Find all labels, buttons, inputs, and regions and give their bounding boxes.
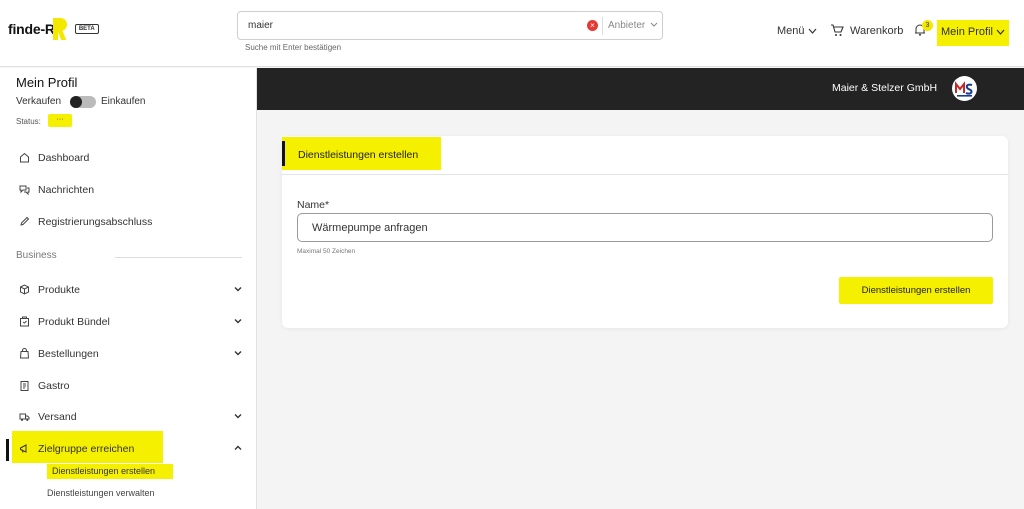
sidebar-item-label: Bestellungen xyxy=(38,348,99,360)
profile-menu-button[interactable]: Mein Profil xyxy=(937,20,1009,46)
megaphone-icon xyxy=(20,444,27,453)
search-input[interactable]: maier xyxy=(248,20,273,31)
cart-link[interactable]: Warenkorb xyxy=(850,25,903,37)
section-label-business: Business xyxy=(16,250,57,261)
sidebar-item-label: Produkt Bündel xyxy=(38,316,110,328)
sidebar-item-label: Nachrichten xyxy=(38,184,95,196)
card-title: Dienstleistungen erstellen xyxy=(298,149,419,161)
beta-badge: BETA xyxy=(74,24,99,34)
profile-label: Mein Profil xyxy=(941,26,993,38)
sidebar-item-target-audience[interactable]: Zielgruppe erreichen xyxy=(0,438,257,460)
sidebar-item-label: Dashboard xyxy=(38,152,90,164)
menu-label: Menü xyxy=(777,25,805,37)
logo[interactable]: finde-R BETA xyxy=(8,18,99,40)
chevron-down-icon[interactable] xyxy=(233,316,243,326)
sidebar-item-label: Versand xyxy=(38,411,77,423)
notification-badge: 3 xyxy=(922,20,933,31)
name-field-hint: Maximal 50 Zeichen xyxy=(297,248,356,255)
section-divider xyxy=(115,257,242,258)
logo-mark-icon xyxy=(52,18,69,40)
name-field-label: Name* xyxy=(297,199,330,211)
sidebar-item-shipping[interactable]: Versand xyxy=(0,406,257,428)
menu-button[interactable]: Menü xyxy=(777,25,817,37)
company-name: Maier & Stelzer GmbH xyxy=(832,82,938,94)
bundle-icon xyxy=(20,316,29,327)
top-bar: finde-R BETA maier × Anbieter Suche mit … xyxy=(0,0,1024,67)
truck-icon xyxy=(19,413,30,421)
box-icon xyxy=(20,284,29,295)
messages-icon xyxy=(19,185,30,195)
sidebar-item-registration[interactable]: Registrierungsabschluss xyxy=(0,211,257,233)
sidebar-item-label: Produkte xyxy=(38,284,81,296)
create-service-card: Dienstleistungen erstellen Name* Maximal… xyxy=(282,136,1008,328)
chevron-down-icon xyxy=(996,29,1005,35)
search-filter-label: Anbieter xyxy=(608,20,646,31)
home-icon xyxy=(20,152,29,163)
chevron-down-icon[interactable] xyxy=(233,348,243,358)
card-divider xyxy=(282,174,1008,175)
sidebar-item-label: Gastro xyxy=(38,380,70,392)
create-services-button[interactable]: Dienstleistungen erstellen xyxy=(839,277,993,304)
logo-text: finde-R xyxy=(8,21,55,37)
sell-mode-label: Verkaufen xyxy=(16,96,62,107)
sidebar-item-product-bundle[interactable]: Produkt Bündel xyxy=(0,311,257,333)
chevron-up-icon[interactable] xyxy=(233,443,243,453)
sidebar-item-messages[interactable]: Nachrichten xyxy=(0,179,257,201)
sidebar-item-gastro[interactable]: Gastro xyxy=(0,375,257,397)
search-box[interactable]: maier × Anbieter xyxy=(237,11,663,40)
search-divider xyxy=(602,17,603,35)
pencil-icon xyxy=(20,216,30,226)
bag-icon xyxy=(19,348,30,359)
chevron-down-icon xyxy=(650,22,658,27)
sidebar: Mein Profil Verkaufen Einkaufen Status: … xyxy=(0,68,257,509)
sidebar-subitem-create-services[interactable]: Dienstleistungen erstellen xyxy=(47,464,173,479)
card-title-indicator xyxy=(282,141,285,166)
status-label: Status: xyxy=(16,117,41,126)
chevron-down-icon[interactable] xyxy=(233,411,243,421)
status-badge: ··· xyxy=(48,114,72,127)
sidebar-item-label: Zielgruppe erreichen xyxy=(38,443,135,455)
search-filter-dropdown[interactable]: Anbieter xyxy=(608,20,658,31)
sidebar-item-label: Registrierungsabschluss xyxy=(38,216,153,228)
sidebar-item-orders[interactable]: Bestellungen xyxy=(0,343,257,365)
chevron-down-icon xyxy=(808,28,817,34)
sidebar-subitem-manage-services[interactable]: Dienstleistungen verwalten xyxy=(47,488,155,498)
sidebar-title: Mein Profil xyxy=(16,75,78,90)
clear-search-icon[interactable]: × xyxy=(587,20,598,31)
chevron-down-icon[interactable] xyxy=(233,284,243,294)
sell-buy-toggle[interactable] xyxy=(70,96,96,108)
clipboard-icon xyxy=(20,381,29,391)
buy-mode-label: Einkaufen xyxy=(101,96,146,107)
sidebar-item-dashboard[interactable]: Dashboard xyxy=(0,147,257,169)
sidebar-item-products[interactable]: Produkte xyxy=(0,279,257,301)
search-hint: Suche mit Enter bestätigen xyxy=(245,43,342,52)
cart-icon[interactable] xyxy=(830,23,844,37)
company-logo-icon[interactable] xyxy=(952,76,977,101)
name-field[interactable] xyxy=(297,213,993,242)
company-bar: Maier & Stelzer GmbH xyxy=(257,68,1024,110)
